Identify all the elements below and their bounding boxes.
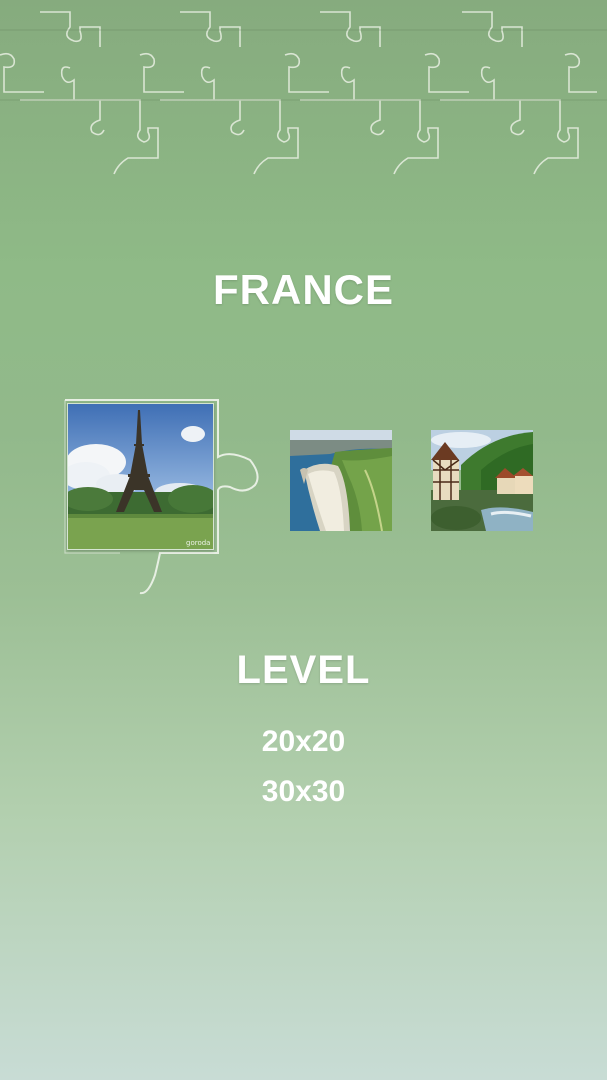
etretat-cliffs-thumbnail[interactable]: [290, 430, 392, 531]
level-title: LEVEL: [236, 648, 371, 692]
thumbnail-watermark: goroda: [186, 539, 210, 547]
level-option-20x20[interactable]: 20x20: [0, 725, 607, 759]
level-option-30x30[interactable]: 30x30: [0, 775, 607, 809]
puzzle-pattern: [0, 11, 607, 175]
category-title: FRANCE: [213, 266, 394, 313]
eiffel-tower-thumbnail[interactable]: goroda: [67, 403, 214, 550]
alsace-village-thumbnail[interactable]: [431, 430, 533, 531]
